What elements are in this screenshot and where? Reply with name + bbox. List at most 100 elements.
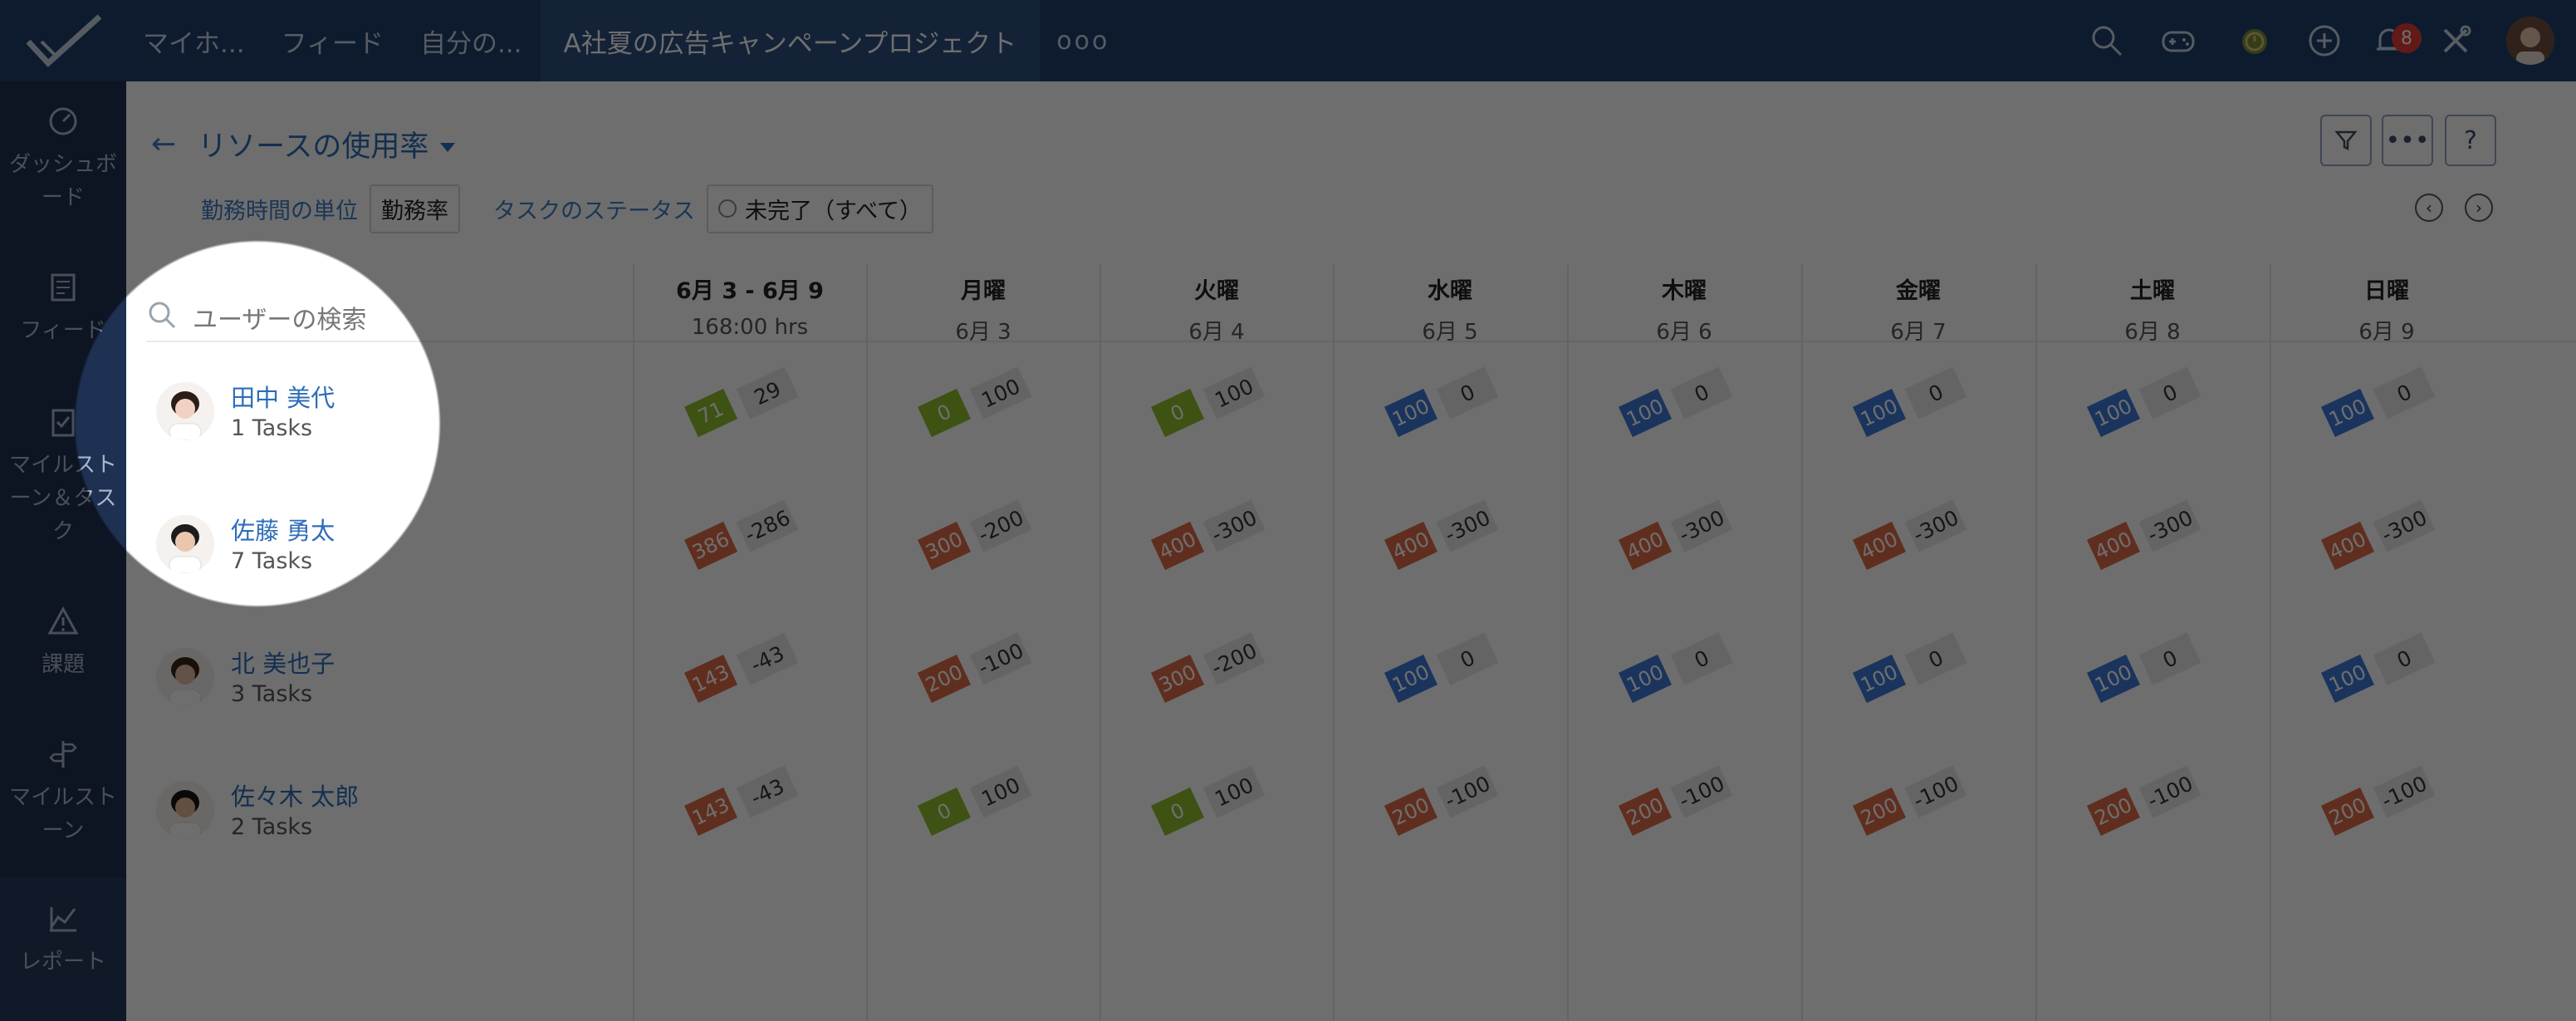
prev-week-button[interactable]: ‹	[2415, 194, 2443, 222]
utilization-cell[interactable]: 200 -100	[1618, 765, 1740, 850]
allocated-percent: 400	[1150, 521, 1205, 571]
user-row[interactable]: 佐々木 太郎 2 Tasks	[156, 763, 621, 862]
add-icon[interactable]	[2307, 23, 2342, 58]
user-name-link[interactable]: 北 美也子	[231, 645, 335, 680]
utilization-cell[interactable]: 0 100	[1150, 765, 1272, 850]
allocated-percent: 200	[917, 654, 972, 704]
utilization-cell[interactable]: 200 -100	[2086, 765, 2208, 850]
column-subtitle: 6月 6	[1656, 320, 1712, 345]
back-arrow-icon[interactable]: ←	[151, 127, 176, 161]
utilization-cell[interactable]: 0 100	[917, 366, 1039, 451]
utilization-cell[interactable]: 100 0	[2320, 632, 2442, 717]
utilization-cell[interactable]: 400 -300	[1150, 499, 1272, 584]
sidebar-item-feed[interactable]: フィード	[0, 271, 126, 347]
sidebar-item-dashboard[interactable]: ダッシュボ ード	[0, 105, 126, 214]
sidebar-item-label: 課題	[41, 652, 85, 677]
utilization-cell[interactable]: 300 -200	[1150, 632, 1272, 717]
search-icon	[149, 302, 176, 329]
page-title[interactable]: リソースの使用率	[198, 123, 429, 165]
utilization-cell[interactable]: 100 0	[2086, 366, 2208, 451]
tab-feed[interactable]: フィード	[263, 0, 402, 81]
sidebar-item-milestones-tasks[interactable]: マイルスト ーン＆タス ク	[0, 405, 126, 548]
gamepad-icon[interactable]	[2161, 23, 2196, 58]
next-week-button[interactable]: ›	[2465, 194, 2493, 222]
utilization-cell[interactable]: 400 -300	[1618, 499, 1740, 584]
help-button[interactable]: ?	[2445, 115, 2496, 166]
user-row[interactable]: 佐藤 勇太 7 Tasks	[156, 497, 621, 596]
sidebar-item-reports[interactable]: レポート	[0, 877, 126, 1021]
column-title: 木曜	[1662, 278, 1707, 304]
remaining-percent: 0	[2373, 366, 2436, 420]
user-avatar[interactable]	[2506, 17, 2554, 65]
search-icon[interactable]	[2089, 23, 2124, 58]
utilization-cell[interactable]: 143 -43	[683, 765, 806, 850]
tab-myhome[interactable]: マイホ...	[125, 0, 263, 81]
utilization-cell[interactable]: 100 0	[1618, 366, 1740, 451]
utilization-cell[interactable]: 400 -300	[2086, 499, 2208, 584]
task-status-value: 未完了（すべて）	[745, 198, 923, 224]
user-name-link[interactable]: 田中 美代	[231, 379, 335, 414]
allocated-percent: 300	[1150, 654, 1205, 704]
allocated-percent: 0	[1150, 388, 1205, 438]
utilization-cell[interactable]: 400 -300	[1852, 499, 1974, 584]
remaining-percent: -43	[736, 632, 799, 685]
tools-icon[interactable]	[2438, 23, 2473, 58]
avatar	[156, 781, 214, 839]
tab-my-items[interactable]: 自分の...	[402, 0, 541, 81]
task-status-chip[interactable]: 未完了（すべて）	[707, 184, 934, 233]
remaining-percent: -286	[736, 499, 799, 552]
utilization-cell[interactable]: 200 -100	[1852, 765, 1974, 850]
utilization-cell[interactable]: 200 -100	[1383, 765, 1506, 850]
more-options-button[interactable]: •••	[2382, 115, 2433, 166]
utilization-cell[interactable]: 386 -286	[683, 499, 806, 584]
allocated-percent: 400	[2320, 521, 2375, 571]
user-search-input[interactable]: ユーザーの検索	[193, 299, 366, 336]
timer-icon[interactable]	[2237, 23, 2272, 58]
remaining-percent: -200	[969, 499, 1032, 552]
sidebar-item-milestones[interactable]: マイルスト ーン	[0, 738, 126, 847]
column-divider	[866, 264, 868, 1021]
allocated-percent: 200	[1852, 787, 1907, 837]
column-title: 水曜	[1428, 278, 1472, 304]
utilization-cell[interactable]: 100 0	[1618, 632, 1740, 717]
allocated-percent: 100	[2086, 388, 2141, 438]
user-row[interactable]: 北 美也子 3 Tasks	[156, 630, 621, 729]
filter-button[interactable]	[2320, 115, 2372, 166]
utilization-cell[interactable]: 200 -100	[917, 632, 1039, 717]
chevron-down-icon[interactable]	[440, 142, 456, 152]
utilization-cell[interactable]: 100 0	[2086, 632, 2208, 717]
utilization-cell[interactable]: 200 -100	[2320, 765, 2442, 850]
utilization-cell[interactable]: 400 -300	[2320, 499, 2442, 584]
search-divider	[146, 341, 644, 342]
tab-current-project[interactable]: A社夏の広告キャンペーンプロジェクト	[540, 0, 1041, 81]
utilization-cell[interactable]: 100 0	[1383, 632, 1506, 717]
app-logo-icon[interactable]	[23, 10, 106, 71]
column-header: 金曜 6月 7	[1801, 272, 2035, 346]
sidebar-item-issues[interactable]: 課題	[0, 605, 126, 681]
utilization-cell[interactable]: 300 -200	[917, 499, 1039, 584]
remaining-percent: -100	[1670, 765, 1733, 818]
user-name-link[interactable]: 佐藤 勇太	[231, 512, 335, 547]
utilization-cell[interactable]: 143 -43	[683, 632, 806, 717]
user-row[interactable]: 田中 美代 1 Tasks	[156, 364, 621, 464]
close-icon[interactable]	[718, 199, 737, 218]
utilization-cell[interactable]: 100 0	[1383, 366, 1506, 451]
utilization-cell[interactable]: 400 -300	[1383, 499, 1506, 584]
utilization-cell[interactable]: 0 100	[917, 765, 1039, 850]
column-header: 水曜 6月 5	[1333, 272, 1567, 346]
more-tabs-button[interactable]: ooo	[1040, 27, 1109, 56]
remaining-percent: -200	[1202, 632, 1266, 685]
utilization-cell[interactable]: 0 100	[1150, 366, 1272, 451]
remaining-percent: 29	[736, 366, 799, 420]
work-unit-select[interactable]: 勤務率	[370, 184, 460, 233]
utilization-cell[interactable]: 71 29	[683, 366, 806, 451]
remaining-percent: 0	[1670, 366, 1733, 420]
user-name-link[interactable]: 佐々木 太郎	[231, 778, 359, 812]
utilization-cell[interactable]: 100 0	[2320, 366, 2442, 451]
utilization-cell[interactable]: 100 0	[1852, 632, 1974, 717]
utilization-cell[interactable]: 100 0	[1852, 366, 1974, 451]
gauge-icon	[49, 107, 77, 135]
remaining-percent: -100	[2138, 765, 2201, 818]
sidebar-item-label: マイルスト ーン	[8, 785, 117, 843]
allocated-percent: 100	[2320, 388, 2375, 438]
